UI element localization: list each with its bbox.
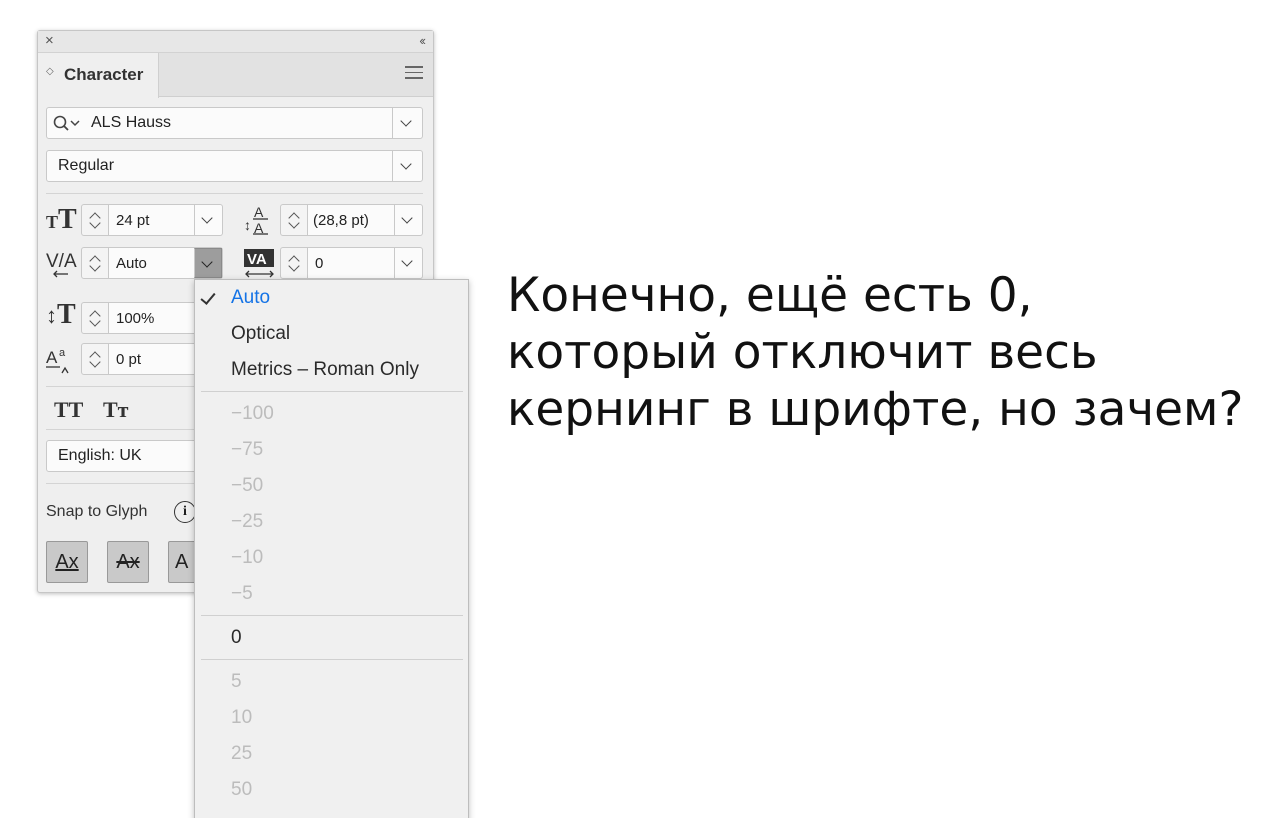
kerning-option-minus-50: −50: [231, 475, 264, 496]
tracking-dropdown[interactable]: [394, 248, 422, 278]
font-style-field[interactable]: Regular: [46, 150, 423, 182]
svg-text:V/A: V/A: [46, 251, 77, 272]
kerning-option-25: 25: [231, 743, 253, 764]
vertical-scale-stepper[interactable]: [81, 302, 109, 334]
leading-icon: A A ↕: [244, 204, 268, 235]
kerning-option-metrics[interactable]: Metrics – Roman Only: [231, 359, 419, 381]
svg-text:VA: VA: [247, 251, 267, 268]
svg-text:A: A: [254, 204, 264, 220]
panel-titlebar: × ‹‹: [38, 31, 433, 53]
small-caps-button[interactable]: Tт: [103, 397, 128, 423]
baseline-shift-field[interactable]: 0 pt: [109, 343, 199, 375]
kerning-option-minus-75: −75: [231, 439, 264, 460]
font-size-icon: TT: [46, 204, 77, 235]
panel-menu-icon[interactable]: [405, 66, 423, 80]
leading-stepper[interactable]: [280, 204, 308, 236]
vertical-scale-value: 100%: [116, 310, 155, 327]
baseline-shift-value: 0 pt: [116, 351, 142, 368]
snap-to-glyph-label: Snap to Glyph: [46, 503, 148, 520]
kerning-field[interactable]: Auto: [109, 247, 223, 279]
close-icon[interactable]: ×: [45, 33, 54, 49]
svg-text:a: a: [59, 347, 66, 359]
svg-text:A: A: [46, 348, 58, 367]
snap-xheight-button[interactable]: Ax: [107, 541, 149, 583]
leading-value: (28,8 pt): [313, 212, 369, 229]
language-field[interactable]: English: UK: [46, 440, 206, 472]
kerning-option-minus-25: −25: [231, 511, 264, 532]
checkmark-icon: [200, 289, 216, 305]
kerning-option-10: 10: [231, 707, 253, 728]
kerning-option-minus-10: −10: [231, 547, 264, 568]
kerning-dropdown-menu: Auto Optical Metrics – Roman Only −100 −…: [194, 279, 469, 818]
chevron-down-icon: [201, 256, 213, 268]
font-style-dropdown[interactable]: [392, 151, 422, 181]
tab-expand-icon[interactable]: ◇: [46, 66, 54, 77]
chevron-down-icon: [201, 212, 213, 224]
chevron-down-icon: [401, 212, 413, 224]
divider: [46, 429, 196, 430]
caption-text: Конечно, ещё есть 0, который отключит ве…: [507, 268, 1267, 439]
search-icon: [53, 115, 80, 131]
vertical-scale-icon: ↕T: [46, 299, 76, 330]
chevron-down-icon: [400, 115, 412, 127]
font-size-field[interactable]: 24 pt: [109, 204, 223, 236]
snap-baseline-button[interactable]: Ax: [46, 541, 88, 583]
kerning-option-auto[interactable]: Auto: [231, 287, 270, 309]
divider: [46, 193, 423, 194]
tracking-field[interactable]: 0: [308, 247, 423, 279]
divider: [46, 483, 196, 484]
kerning-option-optical[interactable]: Optical: [231, 323, 290, 345]
caption-line: кернинг в шрифте, но зачем?: [507, 381, 1244, 437]
kerning-value: Auto: [116, 255, 147, 272]
kerning-option-minus-100: −100: [231, 403, 274, 424]
kerning-dropdown[interactable]: [194, 248, 222, 278]
all-caps-button[interactable]: TT: [54, 397, 83, 423]
font-size-dropdown[interactable]: [194, 205, 222, 235]
menu-divider: [201, 659, 463, 660]
menu-divider: [201, 615, 463, 616]
font-family-value: ALS Hauss: [91, 114, 172, 131]
vertical-scale-field[interactable]: 100%: [109, 302, 199, 334]
font-size-value: 24 pt: [116, 212, 150, 229]
language-value: English: UK: [58, 447, 142, 464]
tab-label: Character: [64, 65, 144, 84]
baseline-shift-stepper[interactable]: [81, 343, 109, 375]
panel-tab-row: ◇ Character: [38, 53, 433, 98]
font-size-stepper[interactable]: [81, 204, 109, 236]
caption-line: который отключит весь: [507, 324, 1098, 380]
svg-text:↕: ↕: [244, 217, 251, 233]
tab-character[interactable]: ◇ Character: [38, 53, 159, 98]
font-family-dropdown[interactable]: [392, 108, 422, 138]
kerning-option-zero[interactable]: 0: [231, 627, 242, 649]
tracking-value: 0: [315, 255, 324, 272]
font-style-value: Regular: [58, 157, 115, 174]
info-icon[interactable]: i: [174, 501, 196, 523]
tracking-icon: VA: [244, 249, 274, 278]
menu-divider: [201, 391, 463, 392]
kerning-option-5: 5: [231, 671, 242, 692]
leading-dropdown[interactable]: [394, 205, 422, 235]
collapse-panel-icon[interactable]: ‹‹: [419, 33, 426, 49]
divider: [46, 386, 196, 387]
leading-field[interactable]: (28,8 pt): [308, 204, 423, 236]
baseline-shift-icon: A a: [46, 347, 69, 374]
kerning-option-minus-5: −5: [231, 583, 253, 604]
svg-text:A: A: [254, 220, 264, 235]
kerning-stepper[interactable]: [81, 247, 109, 279]
kerning-option-50: 50: [231, 779, 253, 800]
chevron-down-icon: [401, 255, 413, 267]
chevron-down-icon: [400, 158, 412, 170]
font-family-field[interactable]: ALS Hauss: [46, 107, 423, 139]
tracking-stepper[interactable]: [280, 247, 308, 279]
caption-line: Конечно, ещё есть 0,: [507, 268, 1033, 323]
kerning-icon: V/A: [46, 251, 77, 278]
